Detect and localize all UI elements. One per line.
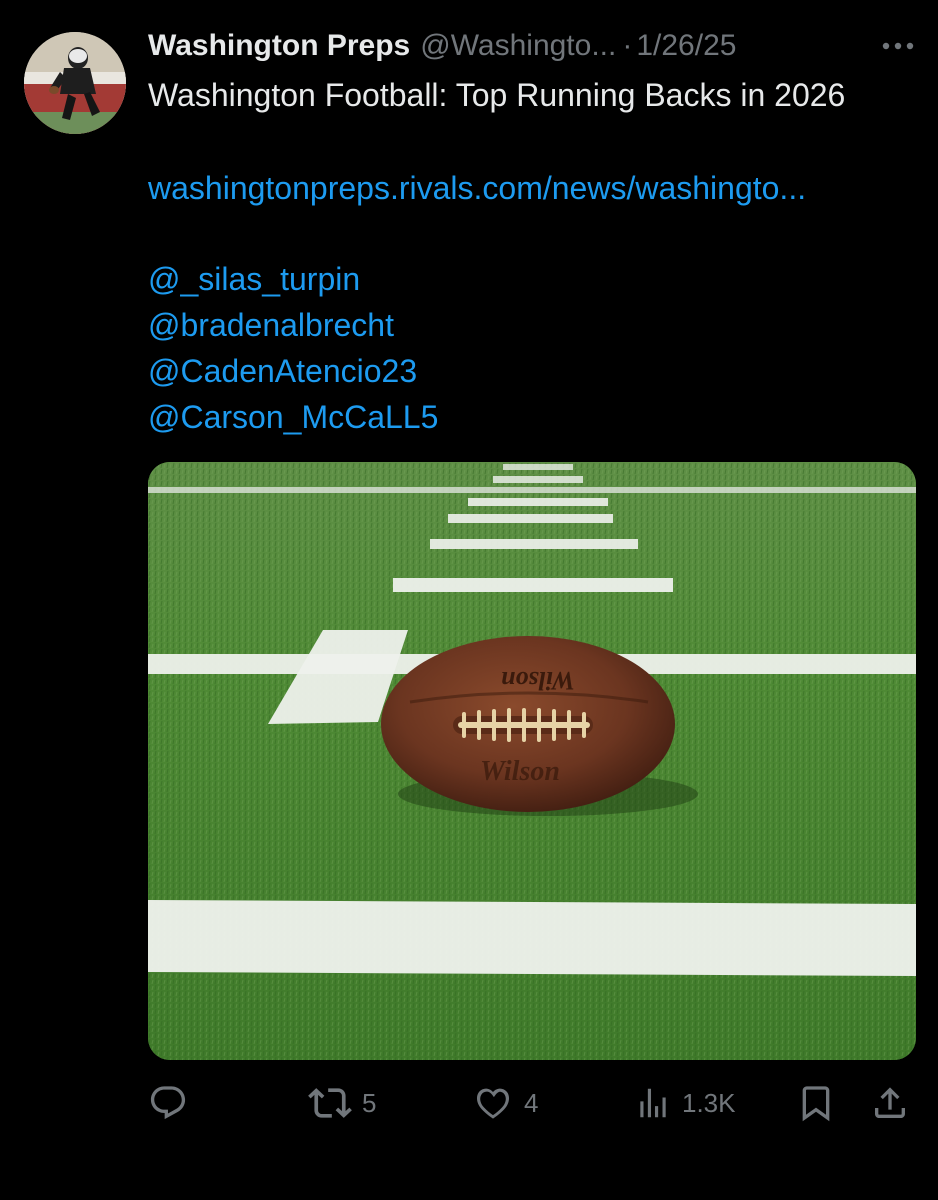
tweet-image[interactable]: Wilson Wilson bbox=[148, 462, 916, 1060]
bookmark-icon bbox=[802, 1086, 830, 1122]
tweet-text: Washington Football: Top Running Backs i… bbox=[148, 77, 846, 113]
ball-brand-top: Wilson bbox=[501, 666, 575, 695]
like-count: 4 bbox=[524, 1087, 539, 1118]
share-icon bbox=[875, 1087, 905, 1118]
mention-link[interactable]: @Carson_McCaLL5 bbox=[148, 394, 438, 440]
share-button[interactable] bbox=[870, 1078, 910, 1128]
author-avatar[interactable] bbox=[24, 32, 126, 134]
author-name[interactable]: Washington Preps bbox=[148, 29, 410, 63]
mention-list: @_silas_turpin @bradenalbrecht @CadenAte… bbox=[148, 256, 438, 440]
tweet-link[interactable]: washingtonpreps.rivals.com/news/washingt… bbox=[148, 165, 923, 212]
tweet-date[interactable]: 1/26/25 bbox=[636, 29, 736, 63]
heart-icon bbox=[476, 1088, 510, 1119]
bookmark-button[interactable] bbox=[796, 1078, 836, 1128]
action-bar: 5 4 1.3K bbox=[148, 1078, 918, 1128]
mention-link[interactable]: @bradenalbrecht bbox=[148, 302, 438, 348]
avatar-image bbox=[24, 32, 126, 134]
mention-link[interactable]: @CadenAtencio23 bbox=[148, 348, 438, 394]
reply-icon bbox=[150, 1086, 186, 1120]
tweet-header: Washington Preps @Washingto... · 1/26/25 bbox=[148, 26, 918, 66]
retweet-button[interactable]: 5 bbox=[308, 1078, 376, 1128]
separator-dot: · bbox=[622, 29, 633, 62]
retweet-count: 5 bbox=[362, 1087, 377, 1118]
retweet-icon bbox=[308, 1088, 352, 1118]
author-handle[interactable]: @Washingto... bbox=[420, 29, 616, 63]
like-button[interactable]: 4 bbox=[472, 1078, 538, 1128]
mention-link[interactable]: @_silas_turpin bbox=[148, 256, 438, 302]
views-icon bbox=[640, 1088, 666, 1118]
ball-brand-bottom: Wilson bbox=[480, 756, 560, 787]
views-count: 1.3K bbox=[682, 1087, 736, 1118]
more-icon[interactable] bbox=[878, 30, 918, 62]
views-button[interactable]: 1.3K bbox=[634, 1078, 736, 1128]
reply-button[interactable] bbox=[148, 1078, 198, 1128]
football-field-image: Wilson Wilson bbox=[148, 462, 916, 1060]
